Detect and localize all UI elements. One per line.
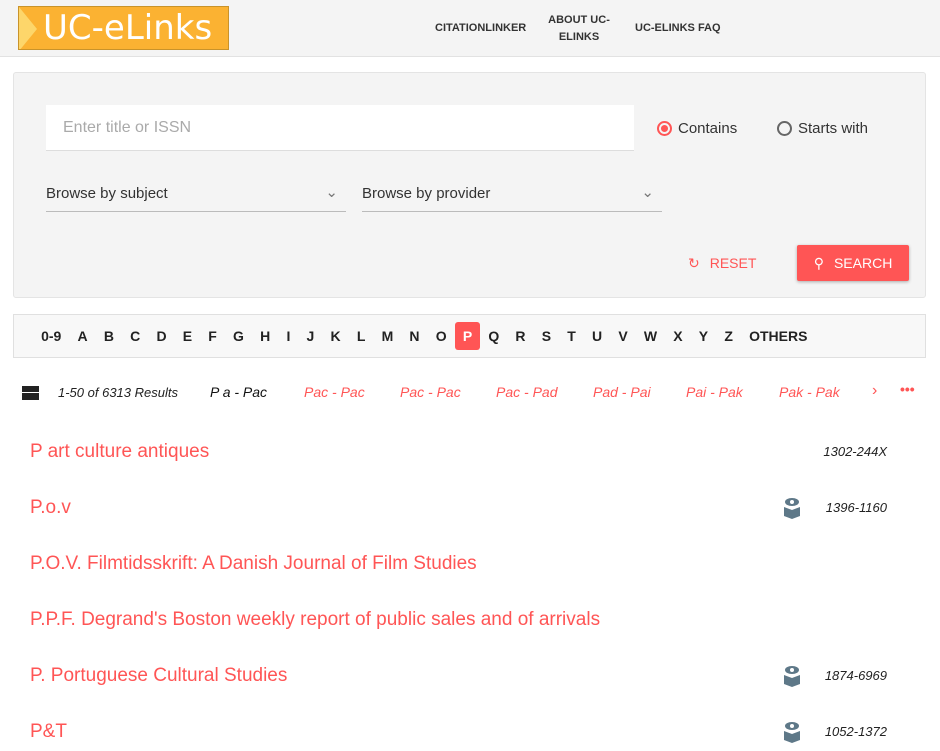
alphabet-bar: 0-9 A B C D E F G H I J K L M N O P Q R S T U V W X Y Z OTHERS xyxy=(13,314,926,358)
pager-range[interactable]: Pac - Pac xyxy=(400,384,461,400)
radio-label: Starts with xyxy=(798,120,869,137)
nav-citationlinker[interactable]: CITATIONLINKER xyxy=(435,0,526,57)
letter-x[interactable]: X xyxy=(665,322,691,350)
result-issn: 1396-1160 xyxy=(825,500,887,515)
letter-d[interactable]: D xyxy=(148,322,174,350)
letter-o[interactable]: O xyxy=(428,322,455,350)
letter-t[interactable]: T xyxy=(559,322,584,350)
subject-select[interactable]: Browse by subject ⌄ xyxy=(46,184,346,212)
result-title[interactable]: P.P.F. Degrand's Boston weekly report of… xyxy=(30,609,600,631)
letter-z[interactable]: Z xyxy=(716,322,741,350)
pager-range[interactable]: Pai - Pak xyxy=(686,384,743,400)
letter-s[interactable]: S xyxy=(534,322,560,350)
radio-empty-icon xyxy=(777,121,792,136)
nav-faq[interactable]: UC-ELINKS FAQ xyxy=(635,0,721,57)
letter-n[interactable]: N xyxy=(401,322,427,350)
select-label: Browse by provider xyxy=(362,185,491,202)
result-count: 1-50 of 6313 Results xyxy=(58,385,178,400)
result-title[interactable]: P.o.v xyxy=(30,497,71,519)
letter-g[interactable]: G xyxy=(225,322,252,350)
result-title[interactable]: P.O.V. Filmtidsskrift: A Danish Journal … xyxy=(30,553,477,575)
letter-others[interactable]: OTHERS xyxy=(741,322,816,350)
select-label: Browse by subject xyxy=(46,185,168,202)
letter-v[interactable]: V xyxy=(610,322,636,350)
reset-button[interactable]: ↻ RESET xyxy=(688,255,756,272)
letter-l[interactable]: L xyxy=(349,322,374,350)
chevron-down-icon: ⌄ xyxy=(641,184,654,201)
letter-c[interactable]: C xyxy=(122,322,148,350)
search-button[interactable]: ⚲ SEARCH xyxy=(797,245,909,281)
pager-range[interactable]: Pad - Pai xyxy=(593,384,651,400)
letter-0-9[interactable]: 0-9 xyxy=(33,322,69,350)
letter-j[interactable]: J xyxy=(298,322,322,350)
letter-u[interactable]: U xyxy=(584,322,610,350)
pager-current: P a - Pac xyxy=(210,384,268,400)
letter-k[interactable]: K xyxy=(322,322,348,350)
result-row: P.o.v 1396-1160 xyxy=(30,497,890,527)
list-view-icon[interactable] xyxy=(22,386,39,400)
letter-h[interactable]: H xyxy=(252,322,278,350)
search-panel: Enter title or ISSN Contains Starts with… xyxy=(13,72,926,298)
more-icon[interactable]: ••• xyxy=(900,381,915,397)
result-issn: 1302-244X xyxy=(823,444,887,459)
letter-y[interactable]: Y xyxy=(691,322,717,350)
letter-p[interactable]: P xyxy=(454,322,481,350)
search-label: SEARCH xyxy=(833,255,893,271)
result-row: P.O.V. Filmtidsskrift: A Danish Journal … xyxy=(30,553,890,583)
logo[interactable]: UC-eLinks xyxy=(18,6,229,50)
result-title[interactable]: P. Portuguese Cultural Studies xyxy=(30,665,287,687)
result-title[interactable]: P&T xyxy=(30,721,67,743)
result-title[interactable]: P art culture antiques xyxy=(30,441,209,463)
radio-starts-with[interactable]: Starts with xyxy=(777,120,868,137)
provider-select[interactable]: Browse by provider ⌄ xyxy=(362,184,662,212)
letter-b[interactable]: B xyxy=(96,322,122,350)
letter-i[interactable]: I xyxy=(278,322,298,350)
radio-selected-icon xyxy=(657,121,672,136)
chevron-right-icon[interactable]: › xyxy=(872,382,877,400)
nav-about[interactable]: ABOUT UC-ELINKS xyxy=(548,0,610,57)
radio-label: Contains xyxy=(678,120,738,137)
letter-e[interactable]: E xyxy=(175,322,201,350)
result-issn: 1052-1372 xyxy=(824,724,887,739)
letter-w[interactable]: W xyxy=(636,322,665,350)
letter-f[interactable]: F xyxy=(200,322,225,350)
preview-book-icon[interactable] xyxy=(783,665,801,687)
letter-q[interactable]: Q xyxy=(480,322,507,350)
search-input[interactable]: Enter title or ISSN xyxy=(46,105,634,151)
letter-m[interactable]: M xyxy=(373,322,401,350)
pager-range[interactable]: Pac - Pad xyxy=(496,384,557,400)
radio-contains[interactable]: Contains xyxy=(657,120,737,137)
result-row: P. Portuguese Cultural Studies 1874-6969 xyxy=(30,665,890,695)
search-icon: ⚲ xyxy=(813,254,824,271)
result-row: P.P.F. Degrand's Boston weekly report of… xyxy=(30,609,890,639)
preview-book-icon[interactable] xyxy=(783,721,801,743)
refresh-icon: ↻ xyxy=(688,255,700,271)
header: UC-eLinks CITATIONLINKER ABOUT UC-ELINKS… xyxy=(0,0,940,57)
result-row: P art culture antiques 1302-244X xyxy=(30,441,890,471)
pager-range[interactable]: Pac - Pac xyxy=(304,384,365,400)
pager-range[interactable]: Pak - Pak xyxy=(779,384,840,400)
letter-a[interactable]: A xyxy=(69,322,95,350)
preview-book-icon[interactable] xyxy=(783,497,801,519)
letter-r[interactable]: R xyxy=(507,322,533,350)
result-issn: 1874-6969 xyxy=(824,668,887,683)
chevron-down-icon: ⌄ xyxy=(325,184,338,201)
reset-label: RESET xyxy=(709,255,757,271)
